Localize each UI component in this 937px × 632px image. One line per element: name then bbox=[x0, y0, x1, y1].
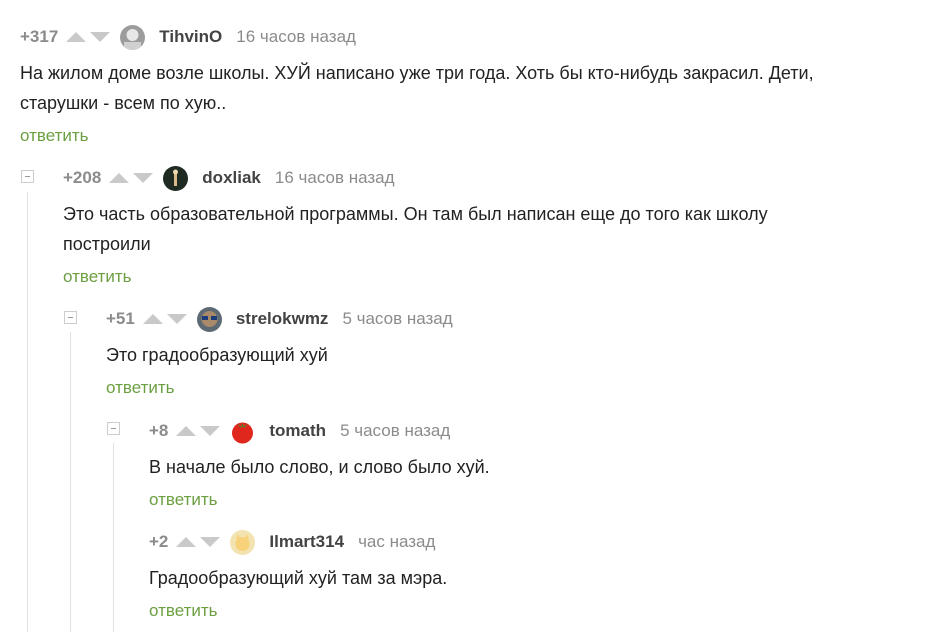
comment-rating: +208 bbox=[63, 168, 102, 187]
downvote-icon[interactable] bbox=[166, 314, 187, 324]
vote-controls bbox=[109, 173, 157, 183]
collapse-toggle[interactable] bbox=[21, 170, 34, 183]
thread-line-level-1 bbox=[27, 192, 28, 632]
comment-header: +208 doxliak 16 часов назад bbox=[63, 165, 395, 191]
comment-header: +8 tomath 5 часов назад bbox=[149, 418, 450, 444]
upvote-icon[interactable] bbox=[176, 426, 197, 436]
downvote-icon[interactable] bbox=[200, 537, 221, 547]
comment-header: +51 strelokwmz 5 часов назад bbox=[106, 306, 453, 332]
comment-rating: +2 bbox=[149, 532, 169, 551]
upvote-icon[interactable] bbox=[109, 173, 130, 183]
comment-text: Это градообразующий хуй bbox=[106, 340, 328, 370]
comment-time[interactable]: 5 часов назад bbox=[342, 309, 452, 329]
downvote-icon[interactable] bbox=[133, 173, 154, 183]
thread-line-level-2 bbox=[70, 332, 71, 632]
comment-text-line: Это часть образовательной программы. Он … bbox=[63, 204, 768, 224]
comment-author[interactable]: Ilmart314 bbox=[269, 532, 344, 552]
reply-link[interactable]: ответить bbox=[149, 601, 218, 621]
comment-text-line: Градообразующий хуй там за мэра. bbox=[149, 568, 448, 588]
avatar[interactable] bbox=[163, 165, 189, 191]
comment-author[interactable]: doxliak bbox=[202, 168, 261, 188]
comment-header: +317 TihvinO 16 часов назад bbox=[20, 24, 356, 50]
reply-link[interactable]: ответить bbox=[20, 126, 89, 146]
comment-header: +2 Ilmart314 час назад bbox=[149, 529, 435, 555]
comment-time[interactable]: 16 часов назад bbox=[275, 168, 395, 188]
comment-text: Это часть образовательной программы. Он … bbox=[63, 199, 768, 259]
comment-rating: +51 bbox=[106, 309, 135, 328]
avatar[interactable] bbox=[230, 419, 255, 444]
comment-text-line: старушки - всем по хую.. bbox=[20, 93, 227, 113]
comment-rating: +317 bbox=[20, 27, 59, 46]
upvote-icon[interactable] bbox=[176, 537, 197, 547]
vote-controls bbox=[142, 314, 191, 324]
reply-link[interactable]: ответить bbox=[149, 490, 218, 510]
avatar[interactable] bbox=[230, 529, 256, 555]
comment-time[interactable]: 5 часов назад bbox=[340, 421, 450, 441]
upvote-icon[interactable] bbox=[142, 314, 163, 324]
vote-controls bbox=[176, 537, 224, 547]
tomato-icon bbox=[232, 422, 254, 443]
comment-text-line: В начале было слово, и слово было хуй. bbox=[149, 457, 490, 477]
downvote-icon[interactable] bbox=[90, 32, 111, 42]
comment-text: На жилом доме возле школы. ХУЙ написано … bbox=[20, 58, 814, 118]
collapse-toggle[interactable] bbox=[107, 422, 120, 435]
comment-time[interactable]: час назад bbox=[358, 532, 435, 552]
downvote-icon[interactable] bbox=[200, 426, 221, 436]
comment-text-line: Это градообразующий хуй bbox=[106, 345, 328, 365]
comment-author[interactable]: strelokwmz bbox=[236, 309, 329, 329]
thread-line-level-3 bbox=[113, 443, 114, 632]
comment-author[interactable]: TihvinO bbox=[159, 27, 222, 47]
comment-text-line: построили bbox=[63, 234, 151, 254]
comment-author[interactable]: tomath bbox=[269, 421, 326, 441]
avatar[interactable] bbox=[120, 24, 146, 50]
comment-time[interactable]: 16 часов назад bbox=[236, 27, 356, 47]
comment-text: В начале было слово, и слово было хуй. bbox=[149, 452, 490, 482]
comment-text: Градообразующий хуй там за мэра. bbox=[149, 563, 447, 593]
upvote-icon[interactable] bbox=[66, 32, 87, 42]
avatar-figure-icon bbox=[173, 169, 179, 186]
avatar[interactable] bbox=[196, 306, 222, 332]
avatar-glasses-icon bbox=[201, 310, 218, 327]
comment-rating: +8 bbox=[149, 421, 169, 440]
reply-link[interactable]: ответить bbox=[63, 267, 132, 287]
avatar-cat-icon bbox=[235, 533, 250, 551]
vote-controls bbox=[176, 426, 224, 436]
collapse-toggle[interactable] bbox=[64, 311, 77, 324]
vote-controls bbox=[66, 32, 114, 42]
avatar-face-icon bbox=[124, 28, 142, 50]
comment-text-line: На жилом доме возле школы. ХУЙ написано … bbox=[20, 63, 814, 83]
reply-link[interactable]: ответить bbox=[106, 378, 175, 398]
